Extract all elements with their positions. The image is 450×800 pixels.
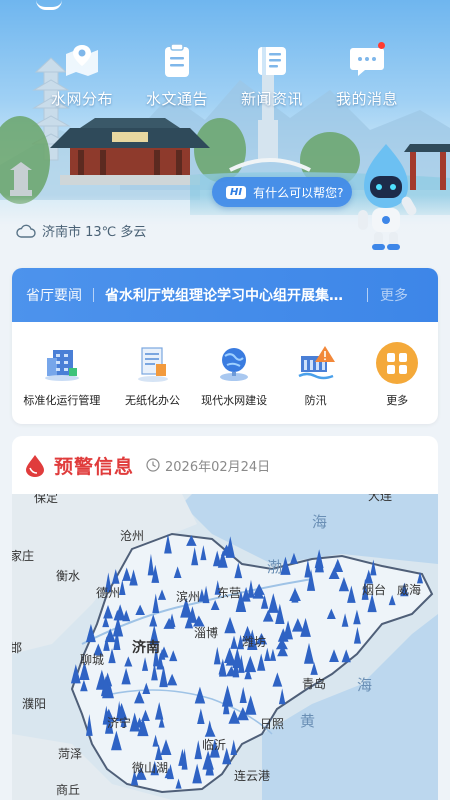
- map-label: 菏泽: [58, 747, 82, 761]
- news-icon: [252, 40, 292, 80]
- weather-text: 济南市 13℃ 多云: [42, 225, 147, 240]
- clock-icon: [146, 458, 160, 472]
- map-label: 商丘: [56, 782, 80, 797]
- chat-message-icon: [347, 40, 387, 80]
- map-label: 大连: [368, 494, 392, 503]
- func-standard-operation[interactable]: 标准化运行管理: [12, 342, 112, 424]
- map-label: 海: [357, 676, 372, 694]
- warning-map[interactable]: 保定 大连 沧州 家庄 衡水 海 渤 德州 滨州 东营 烟台 威海 淄博 潍坊 …: [12, 494, 438, 800]
- warning-card: 预警信息 2026年02月24日 保定 大连 沧州 家庄 衡水 海 渤 德州 滨…: [12, 436, 438, 800]
- map-label: 济南: [132, 639, 160, 656]
- assistant-prompt-bubble[interactable]: HI 有什么可以帮您?: [212, 177, 352, 207]
- document-icon: [132, 342, 174, 384]
- unread-dot: [378, 42, 385, 49]
- map-label: 青岛: [302, 676, 326, 691]
- warning-title: 预警信息: [54, 455, 135, 478]
- func-paperless-office[interactable]: 无纸化办公: [112, 342, 194, 424]
- quick-nav-label: 新闻资讯: [240, 90, 303, 108]
- map-label: 家庄: [12, 548, 34, 563]
- map-label: 临沂: [202, 738, 226, 752]
- warning-date-text: 2026年02月24日: [165, 459, 271, 475]
- divider: [93, 288, 94, 302]
- warning-header: 预警信息 2026年02月24日: [12, 436, 438, 494]
- clipboard-icon: [157, 40, 197, 80]
- function-grid: 标准化运行管理 无纸化办公 现代水网建设 防汛 更多: [12, 322, 438, 424]
- map-label: 济宁: [107, 715, 131, 730]
- map-label: 海: [312, 513, 327, 531]
- func-label: 现代水网建设: [201, 394, 268, 407]
- map-label: 黄: [300, 712, 315, 730]
- map-label: 聊城: [80, 653, 104, 667]
- water-drop-icon: [26, 455, 44, 477]
- map-label: 保定: [34, 494, 58, 505]
- map-label: 渤: [267, 558, 282, 576]
- map-label: 淄博: [194, 625, 218, 640]
- func-modern-water-network[interactable]: 现代水网建设: [193, 342, 275, 424]
- func-label: 更多: [386, 394, 409, 407]
- quick-nav-label: 我的消息: [335, 90, 398, 108]
- news-headline[interactable]: 省水利厅党组理论学习中心组开展集…: [105, 285, 357, 305]
- map-label: 邯: [12, 640, 22, 655]
- hi-badge: HI: [226, 185, 247, 199]
- func-label: 防汛: [304, 394, 327, 407]
- map-label: 衡水: [56, 569, 80, 583]
- map-label: 潍坊: [242, 634, 266, 649]
- quick-nav-news[interactable]: 新闻资讯: [222, 40, 322, 112]
- map-label: 烟台: [362, 582, 386, 597]
- news-tag: 省厅要闻: [26, 288, 82, 304]
- quick-nav-messages[interactable]: 我的消息: [317, 40, 417, 112]
- map-label: 濮阳: [22, 696, 46, 711]
- map-label: 滨州: [176, 589, 200, 604]
- quick-nav-label: 水文通告: [145, 90, 208, 108]
- news-and-functions-card: 省厅要闻 省水利厅党组理论学习中心组开展集… 更多 标准化运行管理 无纸化办公: [12, 268, 438, 424]
- building-icon: [41, 342, 83, 384]
- hero-banner: 水网分布 水文通告 新闻资讯 我的消息 HI 有什么可以帮您? 济南市 13℃ …: [0, 0, 450, 262]
- globe-icon: [213, 342, 255, 384]
- map-pin-icon: [62, 40, 102, 80]
- warning-date: 2026年02月24日: [146, 456, 270, 475]
- map-label: 东营: [217, 586, 241, 600]
- map-label: 威海: [397, 582, 421, 597]
- cloud-icon: [16, 224, 36, 238]
- quick-nav: 水网分布 水文通告 新闻资讯 我的消息: [0, 40, 450, 112]
- quick-nav-hydrology-notice[interactable]: 水文通告: [127, 40, 227, 112]
- map-label: 连云港: [234, 768, 270, 783]
- grid-icon: [376, 342, 419, 384]
- map-label: 沧州: [120, 528, 144, 543]
- dam-warning-icon: [295, 342, 337, 384]
- divider: [367, 288, 368, 302]
- map-label: 微山湖: [132, 760, 168, 775]
- assistant-prompt-text: 有什么可以帮您?: [253, 185, 344, 200]
- func-flood-control[interactable]: 防汛: [275, 342, 357, 424]
- robot-mascot[interactable]: [346, 140, 426, 252]
- map-label: 德州: [96, 585, 120, 600]
- news-ticker: 省厅要闻 省水利厅党组理论学习中心组开展集… 更多: [12, 268, 438, 322]
- func-label: 标准化运行管理: [23, 394, 101, 407]
- weather-info: 济南市 13℃ 多云: [16, 221, 146, 240]
- map-label: 日照: [260, 717, 284, 731]
- quick-nav-label: 水网分布: [50, 90, 113, 108]
- quick-nav-water-network[interactable]: 水网分布: [32, 40, 132, 112]
- func-label: 无纸化办公: [125, 394, 181, 407]
- func-more[interactable]: 更多: [356, 342, 438, 424]
- news-more-link[interactable]: 更多: [380, 285, 408, 305]
